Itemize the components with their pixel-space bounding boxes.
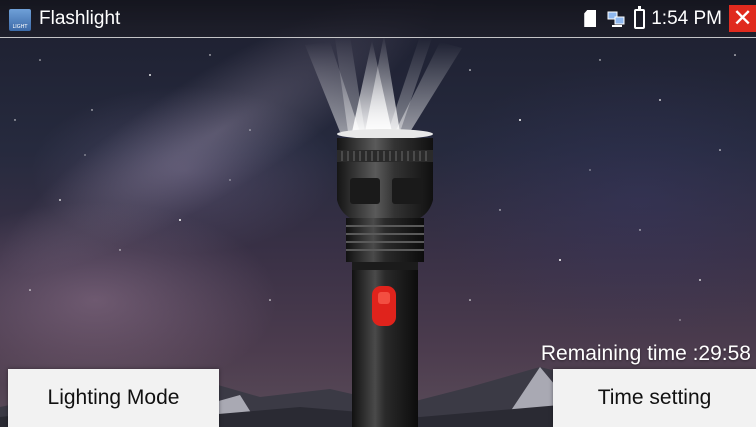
- battery-icon: [634, 5, 646, 29]
- title-bar: LIGHT Flashlight 1:54 PM ✕: [0, 0, 756, 38]
- network-icon: [607, 11, 625, 27]
- clock: 1:54 PM: [651, 7, 722, 29]
- close-button[interactable]: ✕: [729, 5, 756, 32]
- remaining-time-label: Remaining time :29:58: [540, 342, 751, 365]
- close-icon: ✕: [732, 4, 753, 32]
- status-area: 1:54 PM ✕: [584, 3, 756, 34]
- lighting-mode-button[interactable]: Lighting Mode: [8, 369, 219, 427]
- lighting-mode-label: Lighting Mode: [47, 386, 180, 409]
- light-beams: [305, 35, 462, 132]
- sd-card-icon: [584, 10, 597, 27]
- app-icon: LIGHT: [9, 9, 31, 31]
- page-title: Flashlight: [39, 8, 121, 29]
- time-setting-button[interactable]: Time setting: [553, 369, 756, 427]
- app-icon-label: LIGHT: [12, 24, 28, 30]
- time-setting-label: Time setting: [597, 386, 712, 409]
